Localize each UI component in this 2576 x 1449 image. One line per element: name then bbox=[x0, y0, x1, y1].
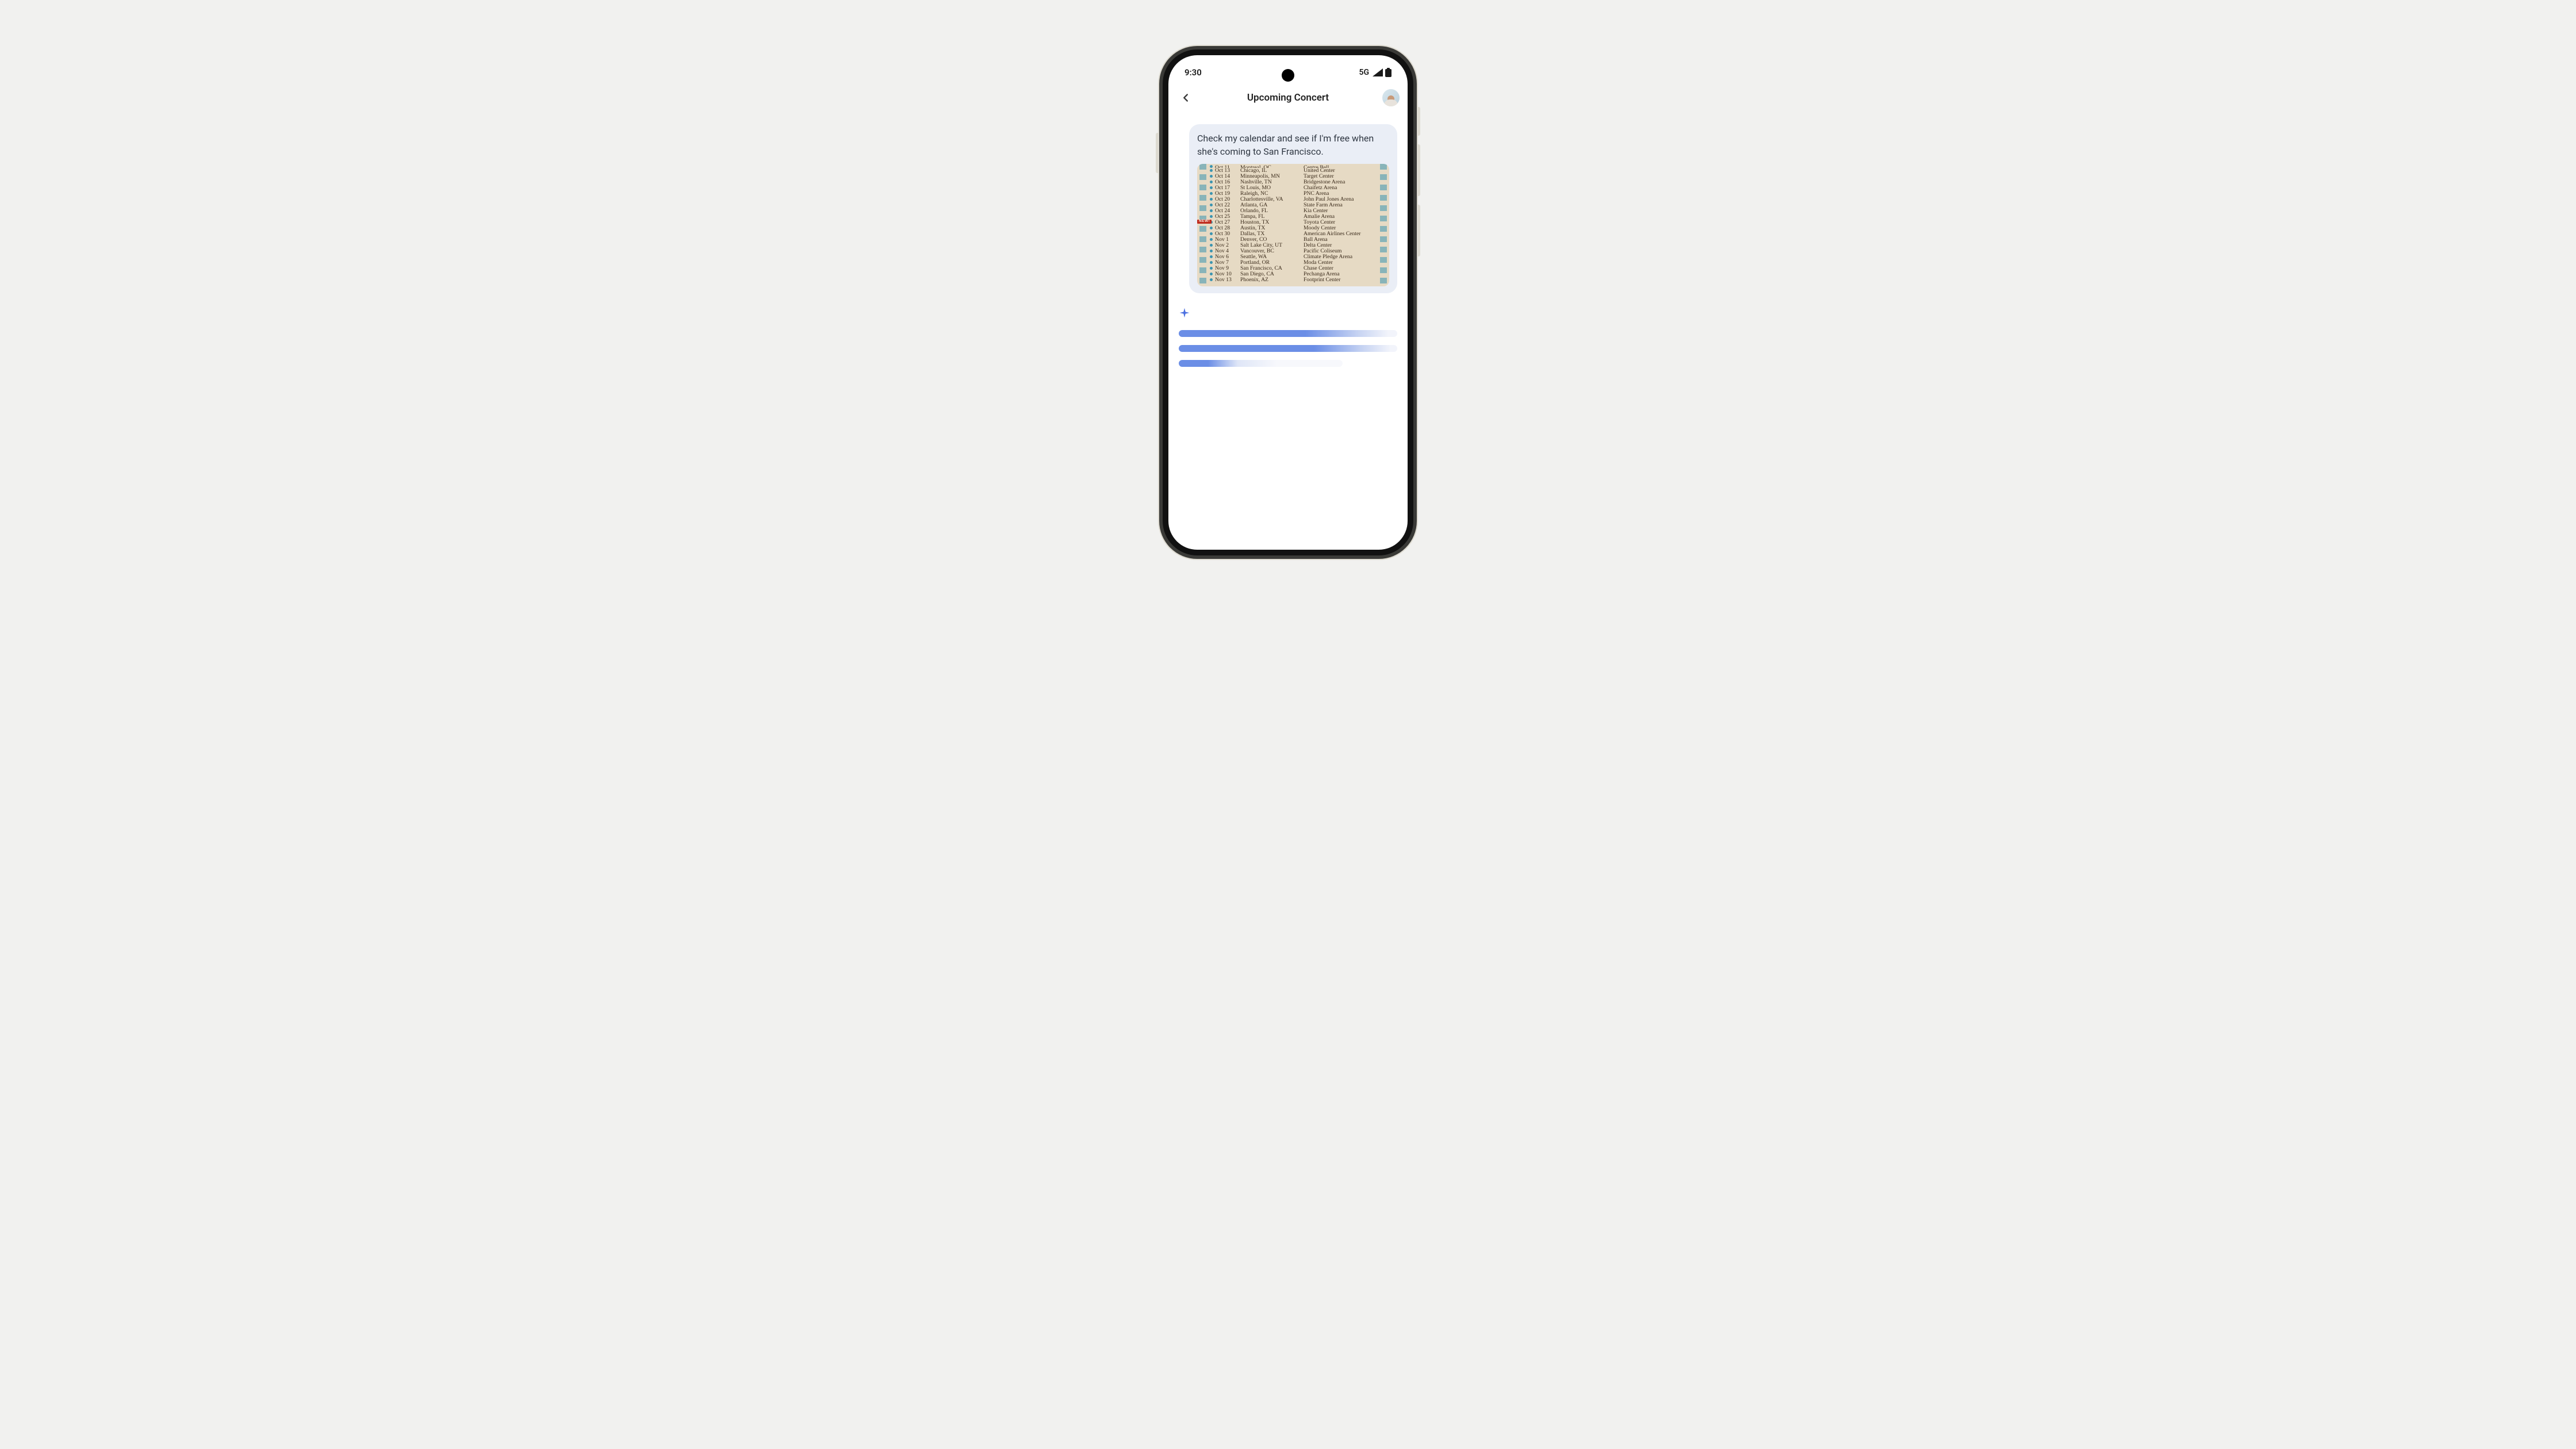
message-area: Check my calendar and see if I'm free wh… bbox=[1168, 114, 1408, 293]
loading-bar bbox=[1179, 360, 1343, 367]
camera-punch-hole bbox=[1282, 69, 1294, 82]
signal-icon bbox=[1373, 68, 1383, 76]
tour-row: Oct 17St Louis, MOChaifetz Arena bbox=[1210, 185, 1385, 191]
network-label: 5G bbox=[1359, 68, 1369, 77]
loading-bar bbox=[1179, 330, 1397, 337]
bullet-icon bbox=[1210, 244, 1213, 247]
tour-row: Oct 24Orlando, FLKia Center bbox=[1210, 208, 1385, 214]
bullet-icon bbox=[1210, 255, 1213, 258]
tour-date: Nov 13 bbox=[1215, 277, 1240, 283]
status-indicators: 5G bbox=[1359, 68, 1392, 77]
tour-row: Oct 20Charlottesville, VAJohn Paul Jones… bbox=[1210, 197, 1385, 202]
assistant-reply-loading bbox=[1168, 293, 1408, 367]
page-title: Upcoming Concert bbox=[1247, 92, 1329, 103]
bullet-icon bbox=[1210, 175, 1213, 178]
avatar-body bbox=[1384, 99, 1398, 106]
phone-screen: 9:30 5G Upcoming Concert bbox=[1168, 55, 1408, 550]
chevron-left-icon bbox=[1179, 91, 1192, 104]
stage: 9:30 5G Upcoming Concert bbox=[869, 0, 1707, 471]
phone-side-button bbox=[1417, 107, 1420, 136]
bullet-icon bbox=[1210, 273, 1213, 275]
bullet-icon bbox=[1210, 232, 1213, 235]
profile-avatar[interactable] bbox=[1382, 89, 1400, 106]
phone-frame: 9:30 5G Upcoming Concert bbox=[1163, 49, 1413, 555]
tour-row: Nov 10San Diego, CAPechanga Arena bbox=[1210, 271, 1385, 277]
bullet-icon bbox=[1210, 204, 1213, 206]
bullet-icon bbox=[1210, 169, 1213, 172]
tour-row: Nov 2Salt Lake City, UTDelta Center bbox=[1210, 243, 1385, 248]
bullet-icon bbox=[1210, 267, 1213, 270]
bullet-icon bbox=[1210, 181, 1213, 183]
tour-row: Nov 4Vancouver, BCPacific Coliseum bbox=[1210, 248, 1385, 254]
bullet-icon bbox=[1210, 227, 1213, 229]
bullet-icon bbox=[1210, 198, 1213, 201]
new-badge: NEW! bbox=[1197, 220, 1212, 224]
tour-row: Nov 13Phoenix, AZFootprint Center bbox=[1210, 277, 1385, 283]
bullet-icon bbox=[1210, 215, 1213, 218]
bullet-icon bbox=[1210, 278, 1213, 281]
battery-icon bbox=[1385, 68, 1392, 77]
tour-row: Nov 1Denver, COBall Arena bbox=[1210, 237, 1385, 243]
bullet-icon bbox=[1210, 192, 1213, 195]
tour-row: Oct 16Nashville, TNBridgestone Arena bbox=[1210, 179, 1385, 185]
phone-side-button bbox=[1156, 133, 1159, 173]
tour-dates-image[interactable]: Oct 11Montreal, QCCentre BellOct 13Chica… bbox=[1197, 164, 1389, 286]
user-prompt-text: Check my calendar and see if I'm free wh… bbox=[1197, 132, 1389, 158]
bullet-icon bbox=[1210, 186, 1213, 189]
bullet-icon bbox=[1210, 250, 1213, 252]
status-time: 9:30 bbox=[1184, 67, 1202, 78]
tour-row: Nov 7Portland, ORModa Center bbox=[1210, 260, 1385, 266]
tour-venue: Footprint Center bbox=[1304, 277, 1385, 283]
bullet-icon bbox=[1210, 238, 1213, 241]
tour-row: Oct 22Atlanta, GAState Farm Arena bbox=[1210, 202, 1385, 208]
tour-row: Oct 30Dallas, TXAmerican Airlines Center bbox=[1210, 231, 1385, 237]
tour-row: Oct 27Houston, TXToyota CenterNEW! bbox=[1210, 220, 1385, 225]
tour-city: Phoenix, AZ bbox=[1240, 277, 1304, 283]
tour-row: Oct 19Raleigh, NCPNC Arena bbox=[1210, 191, 1385, 197]
phone-side-button bbox=[1417, 205, 1420, 256]
app-header: Upcoming Concert bbox=[1168, 82, 1408, 114]
tour-row: Nov 6Seattle, WAClimate Pledge Arena bbox=[1210, 254, 1385, 260]
tour-row: Oct 13Chicago, ILUnited Center bbox=[1210, 168, 1385, 174]
user-message-bubble[interactable]: Check my calendar and see if I'm free wh… bbox=[1189, 124, 1397, 293]
sparkle-icon bbox=[1179, 307, 1190, 319]
tour-row: Oct 25Tampa, FLAmalie Arena bbox=[1210, 214, 1385, 220]
bullet-icon bbox=[1210, 261, 1213, 264]
bullet-icon bbox=[1210, 209, 1213, 212]
phone-side-button bbox=[1417, 144, 1420, 196]
perforation-left bbox=[1199, 164, 1206, 286]
tour-row: Oct 14Minneapolis, MNTarget Center bbox=[1210, 174, 1385, 179]
tour-row: Nov 9San Francisco, CAChase Center bbox=[1210, 266, 1385, 271]
back-button[interactable] bbox=[1176, 89, 1195, 107]
loading-bar bbox=[1179, 345, 1397, 352]
